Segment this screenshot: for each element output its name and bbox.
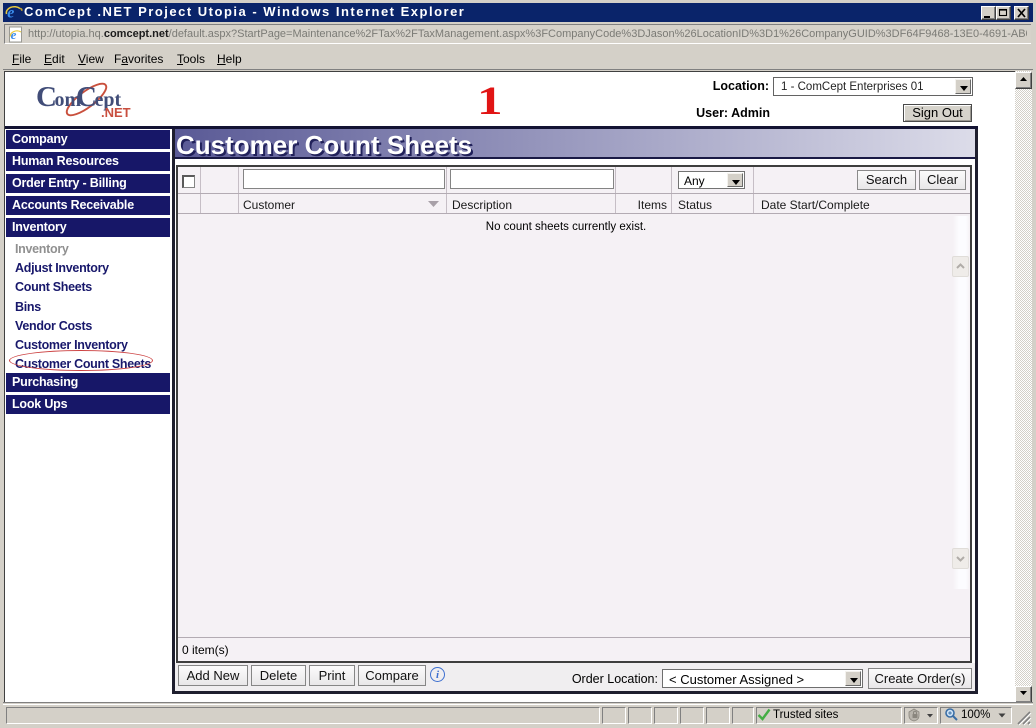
svg-text:.NET: .NET <box>101 105 131 120</box>
svg-text:e: e <box>11 27 17 42</box>
